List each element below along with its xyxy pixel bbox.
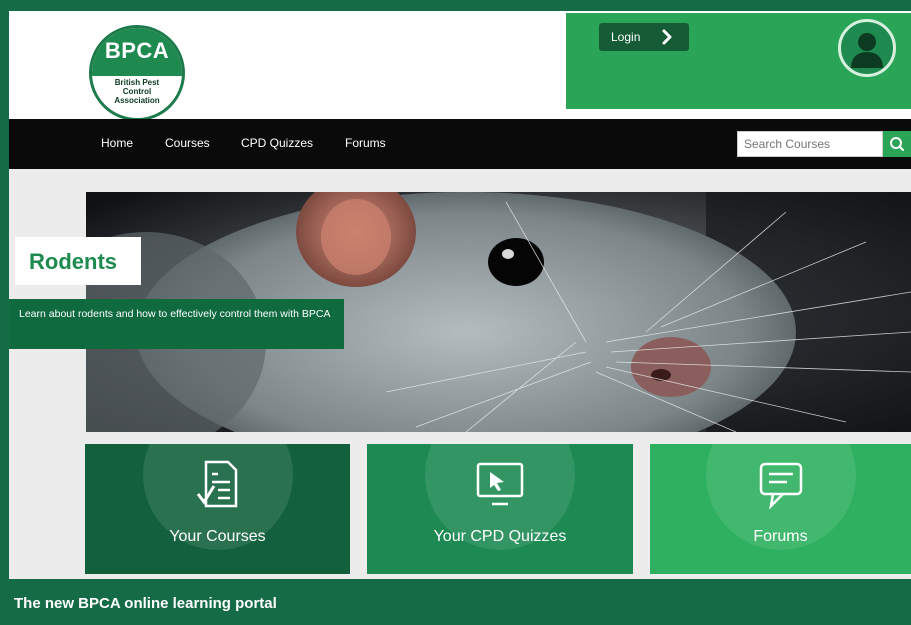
chevron-right-icon [662, 29, 672, 45]
caption-bar: The new BPCA online learning portal [0, 579, 911, 625]
main-nav: Home Courses CPD Quizzes Forums [9, 119, 911, 169]
user-avatar[interactable] [838, 19, 896, 77]
nav-item-forums[interactable]: Forums [345, 136, 386, 150]
caption: The new BPCA online learning portal [14, 595, 277, 612]
login-button[interactable]: Login [599, 23, 689, 51]
user-icon [851, 33, 883, 68]
nav-item-courses[interactable]: Courses [165, 136, 210, 150]
photo-frame: BPCA British Pest Control Association Lo… [0, 0, 911, 625]
document-check-icon [196, 460, 237, 508]
logo-abbr: BPCA [104, 38, 170, 63]
tile-label: Your CPD Quizzes [433, 528, 567, 545]
search-button[interactable] [883, 131, 911, 157]
logo-subtitle: British Pest Control Association [92, 78, 182, 105]
nav-item-home[interactable]: Home [101, 136, 133, 150]
monitor-cursor-icon [476, 462, 524, 506]
search-icon [890, 137, 904, 151]
login-panel: Login [566, 13, 911, 109]
tile-your-courses[interactable]: Your Courses [85, 444, 350, 574]
login-label: Login [611, 30, 641, 44]
website-screen: BPCA British Pest Control Association Lo… [9, 11, 911, 579]
speech-bubble-icon [759, 462, 802, 510]
hero-description: Learn about rodents and how to effective… [9, 299, 344, 349]
logo-line-3: Association [114, 96, 160, 105]
tile-your-cpd-quizzes[interactable]: Your CPD Quizzes [367, 444, 633, 574]
hero-title-tag: Rodents [15, 237, 141, 285]
tile-label: Forums [753, 528, 808, 545]
tile-label: Your Courses [169, 528, 266, 545]
search-box [737, 131, 888, 157]
logo-line-1: British Pest [114, 78, 160, 87]
nav-item-cpd-quizzes[interactable]: CPD Quizzes [241, 136, 313, 150]
tile-forums[interactable]: Forums [650, 444, 911, 574]
search-input[interactable] [738, 132, 888, 156]
header: BPCA British Pest Control Association Lo… [9, 11, 911, 121]
bpca-logo[interactable]: BPCA British Pest Control Association [89, 25, 185, 121]
logo-line-2: Control [122, 87, 152, 96]
hero-title: Rodents [29, 249, 117, 274]
